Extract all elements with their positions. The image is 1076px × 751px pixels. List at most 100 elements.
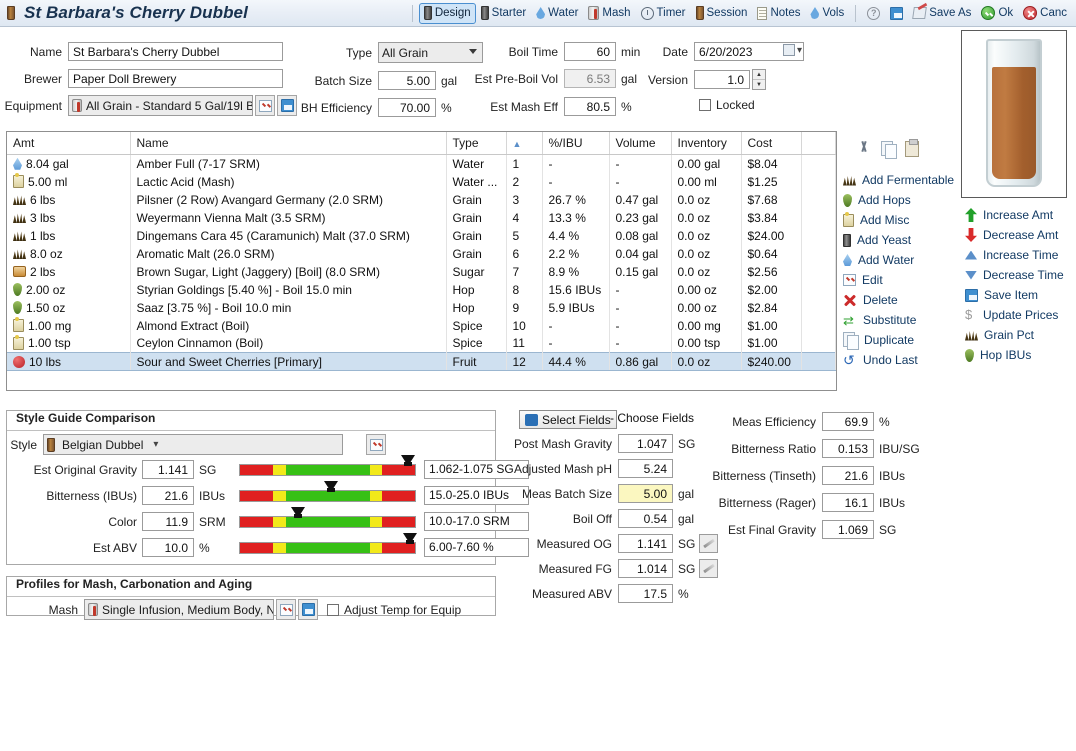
paste-icon[interactable]	[905, 139, 919, 157]
version-input[interactable]	[694, 70, 750, 89]
tab-starter[interactable]: Starter	[476, 3, 532, 24]
measured-field-pen-button[interactable]	[699, 559, 719, 578]
hop-ibus-button[interactable]: Hop IBUs	[965, 345, 1075, 365]
equipment-select[interactable]: All Grain - Standard 5 Gal/19l Batc	[68, 95, 253, 116]
version-stepper[interactable]: ▲ ▼	[752, 69, 766, 90]
add-water-button[interactable]: Add Water	[843, 250, 963, 270]
add-misc-button[interactable]: Add Misc	[843, 210, 963, 230]
style-row-value[interactable]	[142, 486, 194, 505]
tab-water[interactable]: Water	[531, 3, 583, 24]
brewer-input[interactable]	[68, 69, 283, 88]
tab-vols[interactable]: Vols	[805, 3, 849, 24]
ingredients-table[interactable]: Amt Name Type ▲ %/IBU Volume Inventory C…	[6, 131, 837, 391]
column-header-cost[interactable]: Cost	[741, 132, 802, 155]
add-hops-button[interactable]: Add Hops	[843, 190, 963, 210]
table-row[interactable]: 8.04 gal Amber Full (7-17 SRM) Water 1- -0.0…	[7, 154, 836, 173]
tab-design[interactable]: Design	[418, 2, 476, 24]
table-row[interactable]: 6 lbs Pilsner (2 Row) Avangard Germany (2…	[7, 190, 836, 209]
duplicate-button[interactable]: Duplicate	[843, 330, 963, 350]
style-row-value[interactable]	[142, 538, 194, 557]
column-header-type[interactable]: Type	[446, 132, 507, 155]
tab-notes[interactable]: Notes	[752, 3, 805, 24]
table-row[interactable]: 2 lbs Brown Sugar, Light (Jaggery) [Boil]…	[7, 262, 836, 281]
ok-button[interactable]: Ok	[976, 3, 1018, 24]
cancel-button[interactable]: Canc	[1018, 3, 1072, 24]
undo-last-button[interactable]: ↺ Undo Last	[843, 350, 963, 370]
save-as-button[interactable]: Save As	[908, 3, 976, 24]
est-mash-eff-input[interactable]	[564, 97, 616, 116]
boil-time-input[interactable]	[564, 42, 616, 61]
style-panel-divider	[7, 430, 495, 431]
tab-mash[interactable]: Mash	[583, 3, 635, 24]
measured-field-input[interactable]	[618, 484, 673, 503]
style-row-value[interactable]	[142, 512, 194, 531]
name-input[interactable]	[68, 42, 283, 61]
mash-save-button[interactable]	[298, 599, 318, 620]
bh-efficiency-input[interactable]	[378, 98, 436, 117]
column-header-inventory[interactable]: Inventory	[671, 132, 742, 155]
edit-button[interactable]: Edit	[843, 270, 963, 290]
sugar-icon	[13, 266, 26, 277]
bar-segment-high-yellow	[369, 542, 382, 553]
tab-timer[interactable]: Timer	[636, 3, 691, 24]
add-fermentable-button[interactable]: Add Fermentable	[843, 170, 963, 190]
tab-session[interactable]: Session	[691, 3, 753, 24]
style-select[interactable]: Belgian Dubbel ▾	[43, 434, 343, 455]
locked-checkbox[interactable]	[699, 99, 711, 111]
type-select[interactable]: All Grain	[378, 42, 483, 63]
table-row[interactable]: 1.50 oz Saaz [3.75 %] - Boil 10.0 min Hop 9…	[7, 298, 836, 317]
mash-profile-select[interactable]: Single Infusion, Medium Body, No	[84, 599, 274, 620]
date-picker-button[interactable]: ▾	[782, 44, 802, 56]
edit-label: Edit	[862, 273, 883, 287]
measured-field-input[interactable]	[618, 534, 673, 553]
equipment-edit-button[interactable]	[255, 95, 275, 116]
table-row[interactable]: 5.00 ml Lactic Acid (Mash) Water ... 2- -0.0…	[7, 172, 836, 191]
measured-field-input[interactable]	[618, 434, 673, 453]
style-edit-button[interactable]	[366, 434, 386, 455]
decrease-amt-button[interactable]: Decrease Amt	[965, 225, 1075, 245]
calculated-field-input[interactable]	[822, 412, 874, 431]
increase-time-button[interactable]: Increase Time	[965, 245, 1075, 265]
batch-size-input[interactable]	[378, 71, 436, 90]
save-button[interactable]	[885, 3, 908, 24]
measured-field-input[interactable]	[618, 509, 673, 528]
version-stepper-down[interactable]: ▼	[753, 80, 765, 89]
increase-amt-button[interactable]: Increase Amt	[965, 205, 1075, 225]
calculated-field-input[interactable]	[822, 466, 874, 485]
grain-pct-button[interactable]: Grain Pct	[965, 325, 1075, 345]
style-row-value[interactable]	[142, 460, 194, 479]
version-stepper-up[interactable]: ▲	[753, 70, 765, 80]
table-row[interactable]: 10 lbs Sour and Sweet Cherries [Primary] F…	[7, 352, 836, 371]
delete-button[interactable]: Delete	[843, 290, 963, 310]
substitute-button[interactable]: ⇄ Substitute	[843, 310, 963, 330]
amt-text: 10 lbs	[29, 354, 62, 369]
adjust-temp-checkbox[interactable]	[327, 603, 339, 616]
copy-icon[interactable]	[881, 141, 897, 159]
table-row[interactable]: 8.0 oz Aromatic Malt (26.0 SRM) Grain 6 2.2 …	[7, 244, 836, 263]
table-row[interactable]: 3 lbs Weyermann Vienna Malt (3.5 SRM) Grai…	[7, 208, 836, 227]
cut-scissors-icon[interactable]	[856, 141, 872, 157]
table-row[interactable]: 1 lbs Dingemans Cara 45 (Caramunich) Malt…	[7, 226, 836, 245]
table-row[interactable]: 2.00 oz Styrian Goldings [5.40 %] - Boil …	[7, 280, 836, 299]
column-header-amt[interactable]: Amt	[7, 132, 131, 155]
table-row[interactable]: 1.00 mg Almond Extract (Boil) Spice 10- -0.0…	[7, 316, 836, 335]
mash-edit-button[interactable]	[276, 599, 296, 620]
decrease-time-button[interactable]: Decrease Time	[965, 265, 1075, 285]
column-header-pct-ibu[interactable]: %/IBU	[542, 132, 610, 155]
calculated-field-input[interactable]	[822, 493, 874, 512]
column-header-volume[interactable]: Volume	[609, 132, 672, 155]
bar-segment-low-yellow	[273, 490, 286, 501]
calculated-field-input[interactable]	[822, 520, 874, 539]
column-header-name[interactable]: Name	[130, 132, 447, 155]
add-yeast-button[interactable]: Add Yeast	[843, 230, 963, 250]
update-prices-button[interactable]: $ Update Prices	[965, 305, 1075, 325]
measured-field-input[interactable]	[618, 584, 673, 603]
save-item-button[interactable]: Save Item	[965, 285, 1075, 305]
table-row[interactable]: 1.00 tsp Ceylon Cinnamon (Boil) Spice 11- -0…	[7, 334, 836, 353]
help-button[interactable]: ?	[862, 3, 885, 24]
select-fields-button[interactable]: Select Fields	[519, 410, 617, 429]
calculated-field-input[interactable]	[822, 439, 874, 458]
measured-field-input[interactable]	[618, 559, 673, 578]
measured-field-input[interactable]	[618, 459, 673, 478]
column-header-sort[interactable]: ▲	[506, 132, 543, 155]
